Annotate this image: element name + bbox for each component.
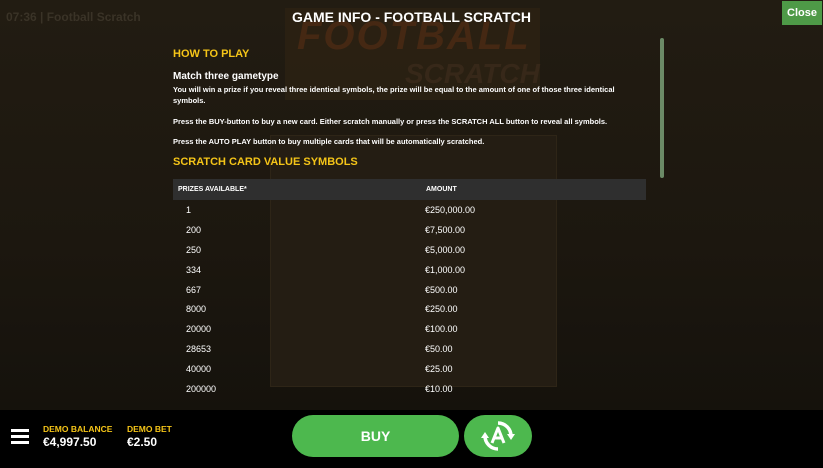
prize-count: 667 (186, 284, 202, 295)
rules-paragraph: Press the BUY-button to buy a new card. … (173, 117, 608, 126)
scrollbar[interactable] (660, 38, 664, 406)
game-info-content[interactable]: HOW TO PLAY Match three gametype You wil… (173, 40, 649, 406)
rules-paragraph: Press the AUTO PLAY button to buy multip… (173, 137, 485, 146)
prize-count: 20000 (186, 324, 212, 335)
prize-amount: €50.00 (425, 344, 453, 355)
rules-paragraph: You will win a prize if you reveal three… (173, 85, 615, 105)
table-row: 8000 €250.00 (173, 299, 646, 319)
how-to-play-title: HOW TO PLAY (173, 48, 250, 60)
symbols-title: SCRATCH CARD VALUE SYMBOLS (173, 156, 358, 168)
prize-count: 40000 (186, 364, 212, 375)
autoplay-button[interactable] (464, 415, 532, 457)
bet-value: €2.50 (127, 435, 158, 449)
table-header-row: PRIZES AVAILABLE* AMOUNT (173, 179, 646, 200)
prize-amount: €1,000.00 (425, 264, 466, 275)
prize-count: 250 (186, 244, 202, 255)
prize-amount: €100.00 (425, 324, 458, 335)
table-row: 28653 €50.00 (173, 339, 646, 359)
close-button[interactable]: Close (782, 1, 822, 25)
buy-button[interactable]: BUY (292, 415, 459, 457)
prize-count: 8000 (186, 304, 207, 315)
prize-amount: €25.00 (425, 364, 453, 375)
autoplay-icon (481, 421, 515, 451)
bet-label: DEMO BET (127, 424, 172, 434)
prize-amount: €250,000.00 (425, 204, 476, 215)
table-row: 334 €1,000.00 (173, 260, 646, 280)
prize-count: 200 (186, 224, 202, 235)
gametype-subtitle: Match three gametype (173, 71, 279, 82)
table-row: 1 €250,000.00 (173, 200, 646, 220)
prize-amount: €250.00 (425, 304, 458, 315)
table-row: 667 €500.00 (173, 280, 646, 300)
table-row: 250 €5,000.00 (173, 240, 646, 260)
prize-table: PRIZES AVAILABLE* AMOUNT 1 €250,000.00 20… (173, 179, 646, 399)
modal-title: GAME INFO - FOOTBALL SCRATCH (291, 9, 532, 25)
balance-value: €4,997.50 (43, 435, 97, 449)
prize-amount: €7,500.00 (425, 224, 466, 235)
prize-count: 200000 (186, 383, 217, 394)
hamburger-menu-icon[interactable] (11, 429, 29, 444)
prize-amount: €500.00 (425, 284, 458, 295)
table-row: 200000 €10.00 (173, 379, 646, 399)
prize-count: 334 (186, 264, 202, 275)
table-row: 20000 €100.00 (173, 319, 646, 339)
prize-amount: €5,000.00 (425, 244, 466, 255)
prize-amount: €10.00 (425, 383, 453, 394)
prize-count: 1 (186, 204, 192, 215)
table-row: 200 €7,500.00 (173, 220, 646, 240)
table-row: 40000 €25.00 (173, 359, 646, 379)
scrollbar-thumb[interactable] (660, 38, 664, 178)
column-header-amount: AMOUNT (421, 179, 646, 200)
column-header-prizes: PRIZES AVAILABLE* (173, 179, 421, 200)
balance-label: DEMO BALANCE (43, 424, 113, 434)
prize-count: 28653 (186, 344, 212, 355)
